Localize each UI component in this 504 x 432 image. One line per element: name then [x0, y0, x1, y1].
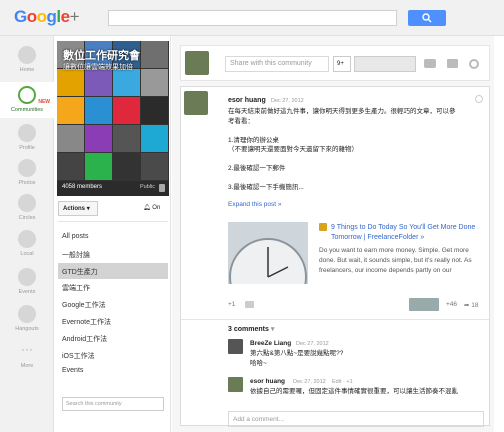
- search-input[interactable]: [108, 10, 397, 26]
- share-box: Share with this community 9+: [180, 45, 490, 81]
- nav-circles[interactable]: Circles: [0, 194, 54, 228]
- share-count[interactable]: ➦ 18: [464, 301, 479, 309]
- nav-profile[interactable]: Profile: [0, 124, 54, 158]
- category-android[interactable]: Android工作法: [58, 330, 168, 347]
- nav-communities[interactable]: Communities NEW: [0, 82, 54, 118]
- comments-header[interactable]: 3 comments ▾: [228, 325, 274, 333]
- visibility-label: Public: [140, 184, 155, 190]
- category-ios[interactable]: iOS工作法: [58, 347, 168, 364]
- plus-one-button[interactable]: +1: [228, 301, 235, 308]
- map-pin-icon: [18, 230, 36, 248]
- video-icon[interactable]: [424, 59, 436, 68]
- globe-icon: [159, 184, 165, 192]
- new-badge: NEW: [38, 99, 50, 105]
- chevron-down-icon: ▾: [270, 326, 275, 333]
- search-button[interactable]: [408, 10, 446, 26]
- share-input[interactable]: Share with this community: [225, 56, 329, 72]
- community-title: 數位工作研究會: [63, 50, 140, 62]
- post-menu-icon[interactable]: [475, 95, 483, 103]
- commenter-avatar[interactable]: [228, 377, 243, 392]
- nav-more[interactable]: ··· More: [0, 342, 54, 376]
- post-author[interactable]: esor huang: [228, 97, 266, 104]
- post-card: esor huang Dec 27, 2012 在每天結束前做好這九件事，讓你明…: [180, 86, 490, 427]
- add-comment-input[interactable]: Add a comment...: [228, 411, 484, 427]
- comment-text: 第六點&第八點~是要說幾點呢?? 哈哈~: [250, 350, 344, 367]
- commenter-avatar[interactable]: [228, 339, 243, 354]
- actions-button[interactable]: Actions ▾: [58, 201, 98, 216]
- expand-post-link[interactable]: Expand this post »: [228, 201, 281, 208]
- calendar-icon: [18, 268, 36, 286]
- category-general[interactable]: 一般討論: [58, 246, 168, 263]
- category-evernote[interactable]: Evernote工作法: [58, 313, 168, 330]
- nav-photos[interactable]: Photos: [0, 159, 54, 193]
- comment-text: 依據自己的需要囉，但固定這件事情確實很重要，可以讓生活節奏不混亂: [250, 388, 458, 395]
- category-cloud[interactable]: 雲端工作: [58, 279, 168, 296]
- camera-icon: [18, 159, 36, 177]
- communities-icon: [18, 86, 36, 104]
- event-icon[interactable]: [447, 59, 458, 68]
- comment-author[interactable]: esor huang: [250, 378, 285, 385]
- top-bar: Google+: [0, 0, 504, 36]
- comment-date: Dec 27, 2012: [296, 341, 329, 347]
- category-all-posts[interactable]: All posts: [58, 229, 168, 246]
- user-avatar: [185, 51, 209, 75]
- link-preview-title[interactable]: 9 Things to Do Today So You'll Get More …: [331, 223, 479, 243]
- comment-author[interactable]: BreeZe Liang: [250, 340, 291, 347]
- share-arrow-icon[interactable]: [245, 301, 254, 308]
- circle-count-badge[interactable]: 9+: [333, 56, 351, 72]
- community-search-input[interactable]: Search this community: [62, 397, 164, 411]
- comment-actions[interactable]: Edit · +1: [332, 379, 353, 385]
- comment-date: Dec 27, 2012: [293, 379, 326, 385]
- members-bar: 4058 members Public: [57, 181, 169, 196]
- community-subtitle: 讓數位讓雲端效果加倍: [63, 64, 133, 71]
- author-avatar[interactable]: [184, 91, 208, 115]
- hangouts-icon: [18, 305, 36, 323]
- link-preview-description: Do you want to earn more money. Simple. …: [319, 247, 472, 274]
- recent-photos-strip[interactable]: [354, 56, 416, 72]
- notifications-toggle[interactable]: 🔔︎ On: [143, 204, 160, 211]
- home-icon: [18, 46, 36, 64]
- chevron-down-icon: ▾: [86, 206, 90, 212]
- circles-icon: [18, 194, 36, 212]
- community-cover-image: 數位工作研究會 讓數位讓雲端效果加倍: [57, 41, 169, 196]
- category-list: All posts 一般討論 GTD生產力 雲端工作 Google工作法 Eve…: [58, 229, 168, 380]
- post-date[interactable]: Dec 27, 2012: [271, 98, 304, 104]
- nav-home[interactable]: Home: [0, 46, 54, 80]
- category-events[interactable]: Events: [58, 363, 168, 380]
- category-google[interactable]: Google工作法: [58, 296, 168, 313]
- link-icon[interactable]: [469, 59, 479, 69]
- nav-events[interactable]: Events: [0, 268, 54, 302]
- category-gtd[interactable]: GTD生產力: [58, 262, 168, 280]
- site-favicon-icon: [319, 223, 327, 231]
- plusoner-avatars[interactable]: [409, 298, 439, 311]
- left-navigation: Home Communities NEW Profile Photos Circ…: [0, 36, 54, 432]
- bell-icon: 🔔︎: [143, 205, 151, 211]
- plus-one-count[interactable]: +46: [446, 301, 457, 308]
- link-preview-thumbnail[interactable]: [228, 222, 308, 316]
- search-icon: [422, 13, 432, 23]
- member-count[interactable]: 4058 members: [62, 184, 102, 190]
- post-body: 在每天結束前做好這九件事，讓你明天得到更多生產力。很輕巧的文章，可以參 考看看：…: [228, 108, 456, 191]
- google-plus-logo[interactable]: Google+: [14, 7, 80, 27]
- profile-icon: [18, 124, 36, 142]
- more-dots-icon: ···: [21, 342, 33, 356]
- nav-local[interactable]: Local: [0, 230, 54, 264]
- divider: [58, 221, 168, 222]
- divider: [181, 319, 489, 320]
- nav-hangouts[interactable]: Hangouts: [0, 305, 54, 339]
- clock-image: [229, 238, 307, 316]
